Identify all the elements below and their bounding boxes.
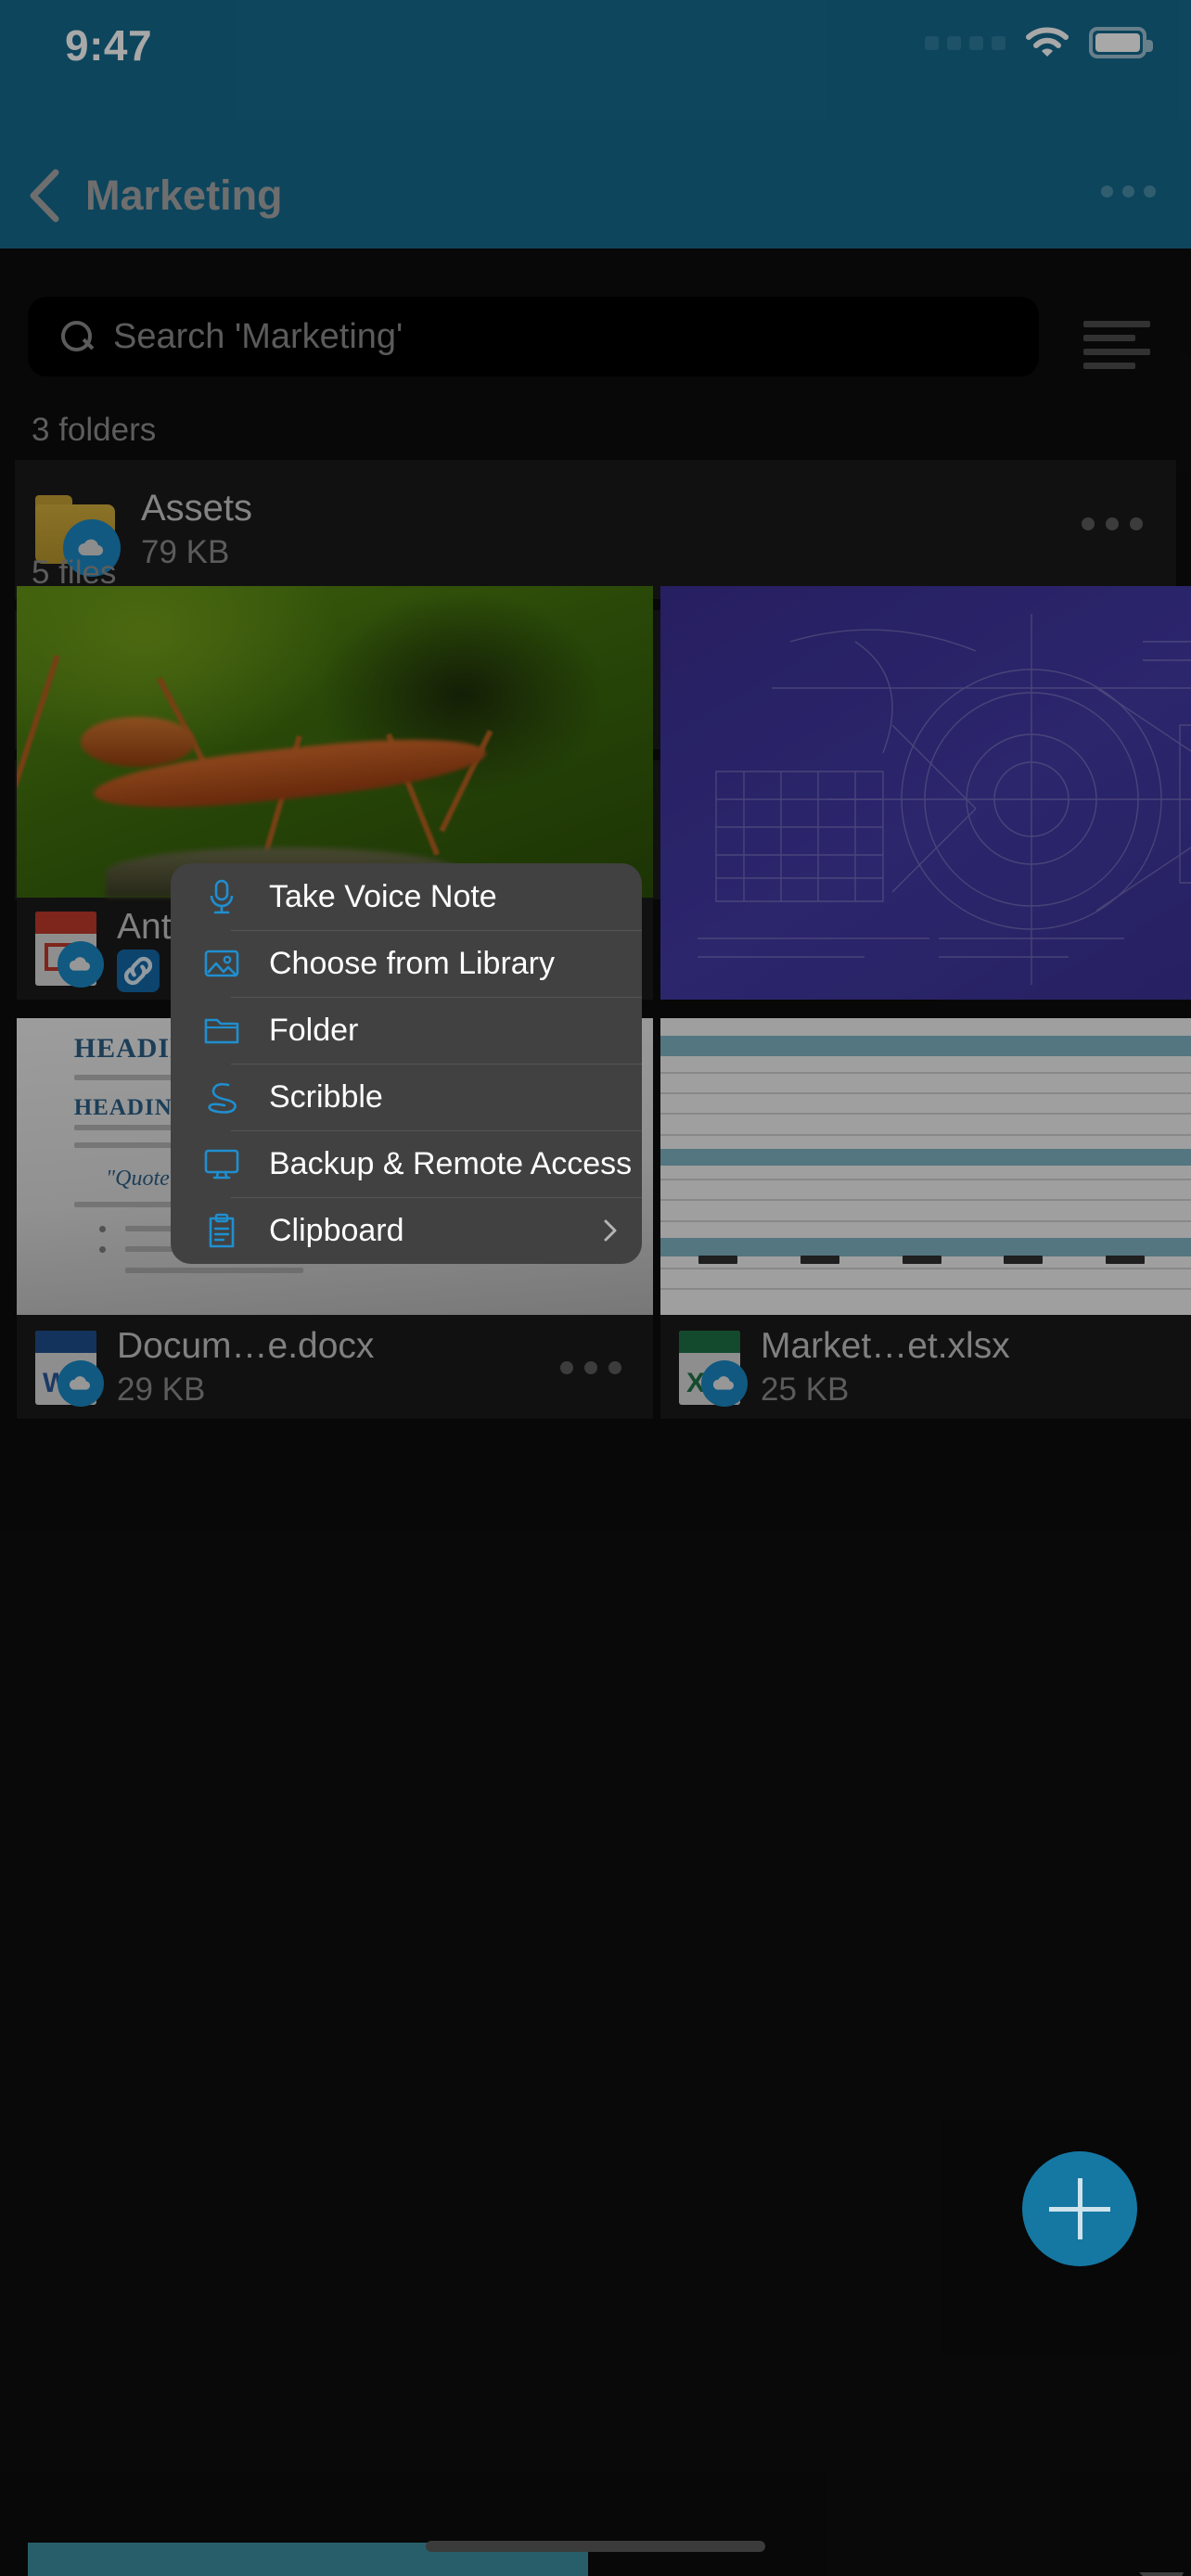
status-clock: 9:47 [65, 21, 153, 70]
menu-item-label: Folder [269, 1012, 359, 1048]
monitor-icon [200, 1142, 243, 1185]
add-button[interactable] [1022, 2151, 1137, 2266]
spreadsheet-preview [660, 1018, 1191, 1315]
search-input[interactable]: Search 'Marketing' [28, 297, 1039, 376]
status-bar: 9:47 [0, 0, 1191, 147]
status-indicators [925, 26, 1153, 59]
search-placeholder: Search 'Marketing' [113, 316, 403, 356]
ant-photo [17, 586, 653, 898]
powerpoint-cloud-icon [35, 912, 104, 988]
scribble-icon [200, 1076, 243, 1118]
menu-item-label: Clipboard [269, 1212, 404, 1248]
clipboard-icon [200, 1209, 243, 1252]
main-content: Search 'Marketing' 3 folders Assets 79 K… [0, 249, 1191, 2576]
search-icon [61, 321, 93, 352]
menu-item-label: Choose from Library [269, 945, 556, 981]
folder-size: 79 KB [141, 534, 230, 570]
menu-item-label: Take Voice Note [269, 878, 497, 914]
wifi-icon [1026, 26, 1069, 59]
menu-item-backup-remote-access[interactable]: Backup & Remote Access [171, 1130, 642, 1197]
ellipsis-icon[interactable] [1082, 517, 1143, 530]
file-tile-footer: X Market…et.xlsx 25 KB [660, 1317, 1191, 1419]
ellipsis-icon[interactable] [560, 1361, 621, 1374]
chevron-right-icon [603, 1218, 618, 1243]
file-tile-footer: W Docum…e.docx 29 KB [17, 1317, 653, 1419]
chevron-left-icon[interactable] [24, 167, 65, 224]
menu-item-folder[interactable]: Folder [171, 997, 642, 1064]
file-size: 29 KB [117, 1371, 206, 1408]
menu-pointer-tail [1139, 2572, 1184, 2576]
blueprint-image [660, 586, 1191, 1000]
file-name: Docum…e.docx [117, 1326, 375, 1366]
menu-item-scribble[interactable]: Scribble [171, 1064, 642, 1130]
search-row: Search 'Marketing' [0, 286, 1191, 388]
folder-cloud-icon [35, 495, 121, 577]
file-size: 25 KB [761, 1371, 850, 1408]
menu-item-take-voice-note[interactable]: Take Voice Note [171, 863, 642, 930]
link-icon [117, 950, 160, 992]
folder-name: Assets [141, 488, 253, 529]
file-tile-spreadsheet[interactable]: X Market…et.xlsx 25 KB [660, 1018, 1191, 1419]
microphone-icon [200, 875, 243, 918]
menu-item-label: Backup & Remote Access [269, 1145, 633, 1181]
folder-row-assets[interactable]: Assets 79 KB [15, 460, 1176, 599]
photo-icon [200, 942, 243, 985]
file-name: Market…et.xlsx [761, 1326, 1010, 1366]
signal-dots-icon [925, 35, 1005, 50]
home-indicator[interactable] [426, 2541, 765, 2552]
menu-item-label: Scribble [269, 1078, 383, 1115]
menu-item-choose-from-library[interactable]: Choose from Library [171, 930, 642, 997]
ellipsis-icon[interactable] [1101, 185, 1156, 198]
add-context-menu: Take Voice Note Choose from Library Fold… [171, 863, 642, 1264]
nav-bar: Marketing [0, 147, 1191, 249]
file-tile-blueprint[interactable] [660, 586, 1191, 1000]
folder-outline-icon [200, 1009, 243, 1052]
battery-full-icon [1089, 27, 1153, 58]
app-screen: 9:47 Marketing Search 'Marketing' 3 fold… [0, 0, 1191, 2576]
menu-item-clipboard[interactable]: Clipboard [171, 1197, 642, 1264]
excel-cloud-icon: X [679, 1331, 748, 1407]
page-title: Marketing [85, 172, 283, 219]
sort-list-icon[interactable] [1083, 321, 1150, 369]
word-cloud-icon: W [35, 1331, 104, 1407]
folders-count-label: 3 folders [32, 412, 157, 448]
